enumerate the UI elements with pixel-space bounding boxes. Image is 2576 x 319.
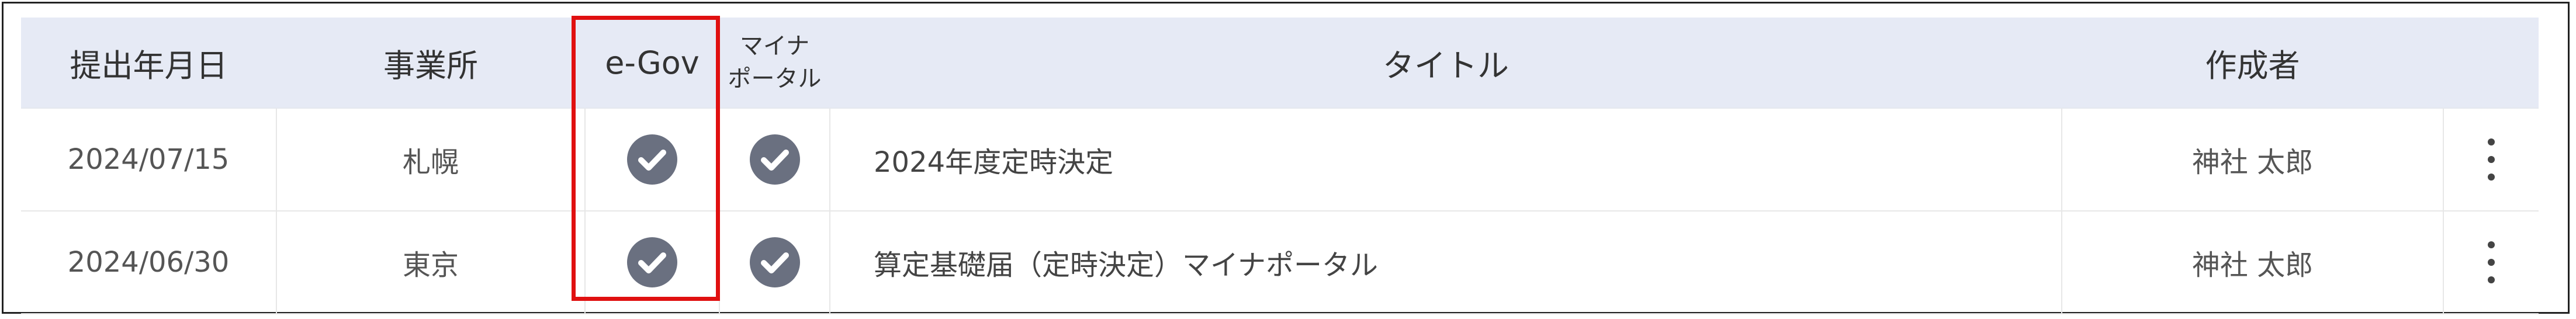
cell-office: 札幌 xyxy=(276,108,586,211)
cell-date: 2024/06/30 xyxy=(21,211,277,314)
column-header-office[interactable]: 事業所 xyxy=(276,18,585,109)
cell-date: 2024/07/15 xyxy=(21,108,277,211)
cell-actions xyxy=(2443,211,2539,314)
table-row[interactable]: 2024/07/15 札幌 2024年度定時決定 神社 太郎 xyxy=(21,108,2539,211)
table-row[interactable]: 2024/06/30 東京 算定基礎届（定時決定）マイナポータル 神社 太郎 xyxy=(21,211,2539,314)
column-header-mynaportal-line2: ポータル xyxy=(728,65,822,92)
column-header-mynaportal[interactable]: マイナ ポータル xyxy=(719,18,830,109)
cell-mynaportal xyxy=(719,108,830,211)
submission-list-panel: 提出年月日 事業所 e-Gov マイナ ポータル タイトル 作成者 2024/0… xyxy=(2,2,2570,314)
column-header-title[interactable]: タイトル xyxy=(830,18,2062,109)
cell-title[interactable]: 2024年度定時決定 xyxy=(830,108,2062,211)
cell-office: 東京 xyxy=(276,211,586,314)
cell-author: 神社 太郎 xyxy=(2062,211,2444,314)
table-header-row: 提出年月日 事業所 e-Gov マイナ ポータル タイトル 作成者 xyxy=(21,18,2539,109)
check-circle-icon xyxy=(749,134,800,185)
column-header-mynaportal-line1: マイナ xyxy=(739,33,810,60)
cell-mynaportal xyxy=(719,211,830,314)
submission-table: 提出年月日 事業所 e-Gov マイナ ポータル タイトル 作成者 2024/0… xyxy=(21,18,2539,314)
more-vertical-icon[interactable] xyxy=(2480,136,2503,183)
cell-author: 神社 太郎 xyxy=(2062,108,2444,211)
column-header-egov[interactable]: e-Gov xyxy=(585,18,719,109)
column-header-author[interactable]: 作成者 xyxy=(2062,18,2443,109)
check-circle-icon xyxy=(749,237,800,287)
cell-actions xyxy=(2443,108,2539,211)
cell-title[interactable]: 算定基礎届（定時決定）マイナポータル xyxy=(830,211,2062,314)
cell-egov xyxy=(585,211,720,314)
check-circle-icon xyxy=(627,134,677,185)
more-vertical-icon[interactable] xyxy=(2480,239,2503,286)
column-header-actions xyxy=(2443,18,2539,109)
column-header-date[interactable]: 提出年月日 xyxy=(21,18,276,109)
check-circle-icon xyxy=(627,237,677,287)
cell-egov xyxy=(585,108,720,211)
